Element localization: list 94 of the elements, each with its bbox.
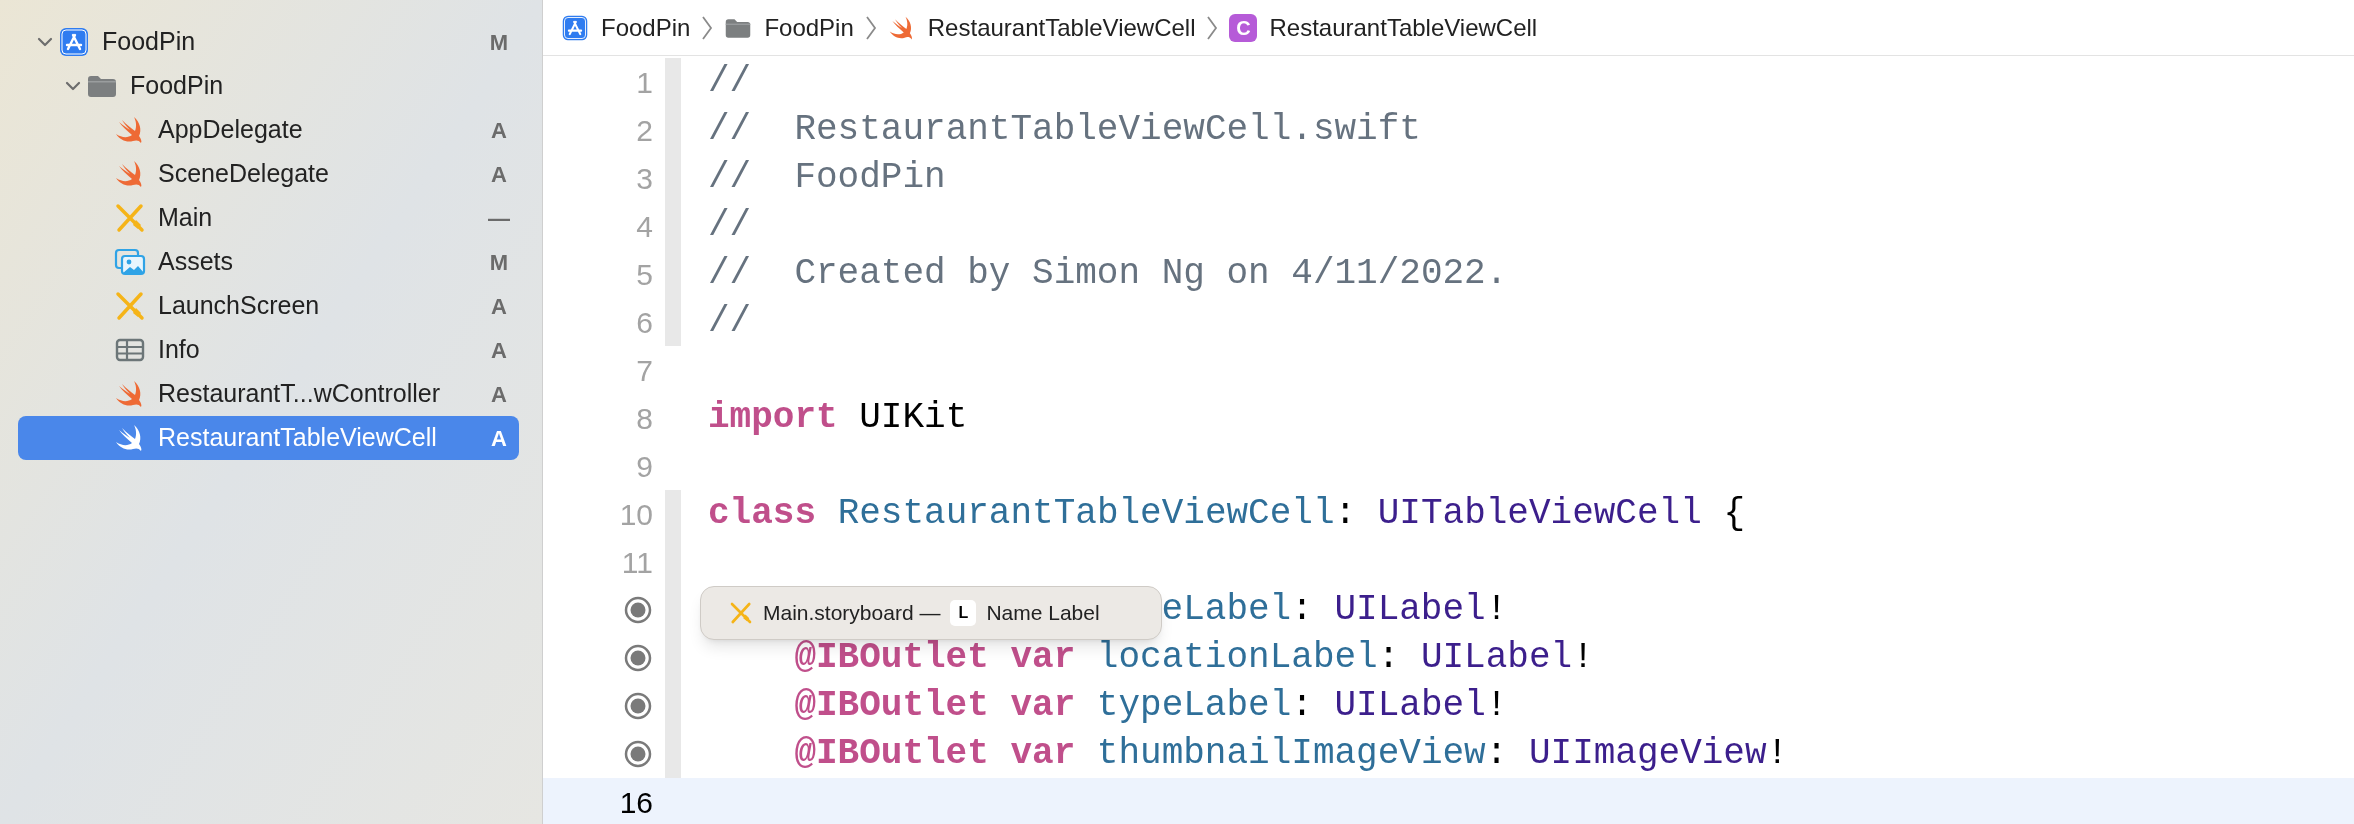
breadcrumb-item[interactable]: FoodPin [764, 9, 854, 46]
code-token: : [1485, 732, 1508, 776]
source-control-status: A [490, 336, 508, 365]
code-token: eLabel [1161, 588, 1292, 632]
code-token: // Created by Simon Ng on 4/11/2022. [708, 252, 1508, 296]
file-name: AppDelegate [158, 114, 304, 146]
code-token: UITableViewCell [1376, 492, 1702, 536]
file-name: RestaurantTableViewCell [158, 422, 438, 454]
file-row[interactable]: LaunchScreen A [18, 284, 519, 328]
source-control-status: A [490, 292, 508, 321]
line-number: 6 [636, 304, 653, 341]
code-token: ! [1485, 588, 1508, 632]
code-token: var [1009, 732, 1076, 776]
breadcrumb-item[interactable]: RestaurantTableViewCell [1269, 9, 1538, 46]
file-row[interactable]: SceneDelegate A [18, 152, 519, 196]
label-badge: L [950, 600, 977, 626]
image-assets-icon [114, 246, 146, 278]
file-name: LaunchScreen [158, 290, 321, 322]
code-token: UIImageView [1527, 732, 1767, 776]
file-row[interactable]: Assets M [18, 240, 519, 284]
line-number: 11 [621, 544, 653, 581]
source-control-status: A [490, 116, 508, 145]
code-token: // FoodPin [708, 156, 946, 200]
line-number: 3 [636, 160, 653, 197]
code-token: var [1009, 684, 1076, 728]
breadcrumb-item[interactable]: RestaurantTableViewCell [927, 9, 1196, 46]
code-token: ! [1485, 684, 1508, 728]
outlet-connected-icon[interactable] [623, 595, 653, 625]
file-name: SceneDelegate [158, 158, 330, 190]
outlet-connected-icon[interactable] [623, 739, 653, 769]
code-token: : [1291, 684, 1313, 728]
file-row[interactable]: RestaurantT...wController A [18, 372, 519, 416]
tooltip-label: Name Label [986, 600, 1100, 627]
code-token: ! [1572, 636, 1594, 680]
code-token: typeLabel [1095, 684, 1292, 728]
file-row[interactable]: RestaurantTableViewCell A [18, 416, 519, 460]
file-row[interactable]: Main — [18, 196, 519, 240]
line-number: 1 [636, 64, 653, 101]
line-number: 5 [636, 256, 653, 293]
file-row[interactable]: AppDelegate A [18, 108, 519, 152]
class-badge: C [1229, 13, 1258, 42]
code-token: var [1009, 636, 1076, 680]
code-token: RestaurantTableViewCell [836, 492, 1335, 536]
line-number: 7 [636, 352, 653, 389]
line-number: 16 [619, 784, 653, 821]
file-name: Main [158, 202, 214, 234]
storyboard-icon [729, 601, 753, 625]
code-token: @IBOutlet [794, 636, 989, 680]
code-token: UILabel [1333, 684, 1486, 728]
source-control-status: A [490, 424, 508, 453]
file-row[interactable]: FoodPin [18, 64, 519, 108]
line-number: 4 [636, 208, 653, 245]
line-number: 10 [619, 496, 653, 533]
code-token: // [708, 300, 752, 344]
outlet-connected-icon[interactable] [623, 643, 653, 673]
code-token: : [1291, 588, 1313, 632]
file-name: FoodPin [102, 26, 197, 58]
file-row[interactable]: FoodPin M [18, 20, 519, 64]
app-icon [58, 26, 90, 58]
code-token: thumbnailImageView [1095, 732, 1486, 776]
tooltip-file: Main.storyboard — [763, 600, 941, 627]
code-token: : [1377, 636, 1400, 680]
code-token: : [1334, 492, 1357, 536]
source-control-status: — [487, 204, 511, 233]
app-icon [561, 13, 589, 42]
file-name: FoodPin [130, 70, 225, 102]
code-token: ! [1766, 732, 1789, 776]
code-token: @IBOutlet [794, 732, 989, 776]
code-token: locationLabel [1095, 636, 1378, 680]
source-control-status: M [488, 248, 510, 277]
source-control-status: M [488, 28, 510, 57]
code-token: // [708, 204, 752, 248]
line-number: 9 [636, 448, 653, 485]
code-token: import [708, 396, 838, 440]
code-token: UIKit [858, 396, 968, 440]
code-token: @IBOutlet [794, 684, 989, 728]
storyboard-icon [114, 290, 146, 322]
code-token: class [708, 492, 817, 536]
file-name: RestaurantT...wController [158, 378, 442, 410]
outlet-connected-icon[interactable] [623, 691, 653, 721]
code-token: { [1722, 492, 1745, 536]
code-token: UILabel [1419, 636, 1573, 680]
file-name: Info [158, 334, 201, 366]
code-token: // [708, 60, 752, 104]
line-number: 8 [636, 400, 653, 437]
code-token: UILabel [1333, 588, 1486, 632]
file-row[interactable]: Info A [18, 328, 519, 372]
file-name: Assets [158, 246, 235, 278]
breadcrumb-item[interactable]: FoodPin [601, 9, 691, 46]
code-token: // RestaurantTableViewCell.swift [708, 108, 1421, 152]
source-control-status: A [490, 380, 508, 409]
source-control-status: A [490, 160, 508, 189]
line-number: 2 [636, 112, 653, 149]
storyboard-icon [114, 202, 146, 234]
